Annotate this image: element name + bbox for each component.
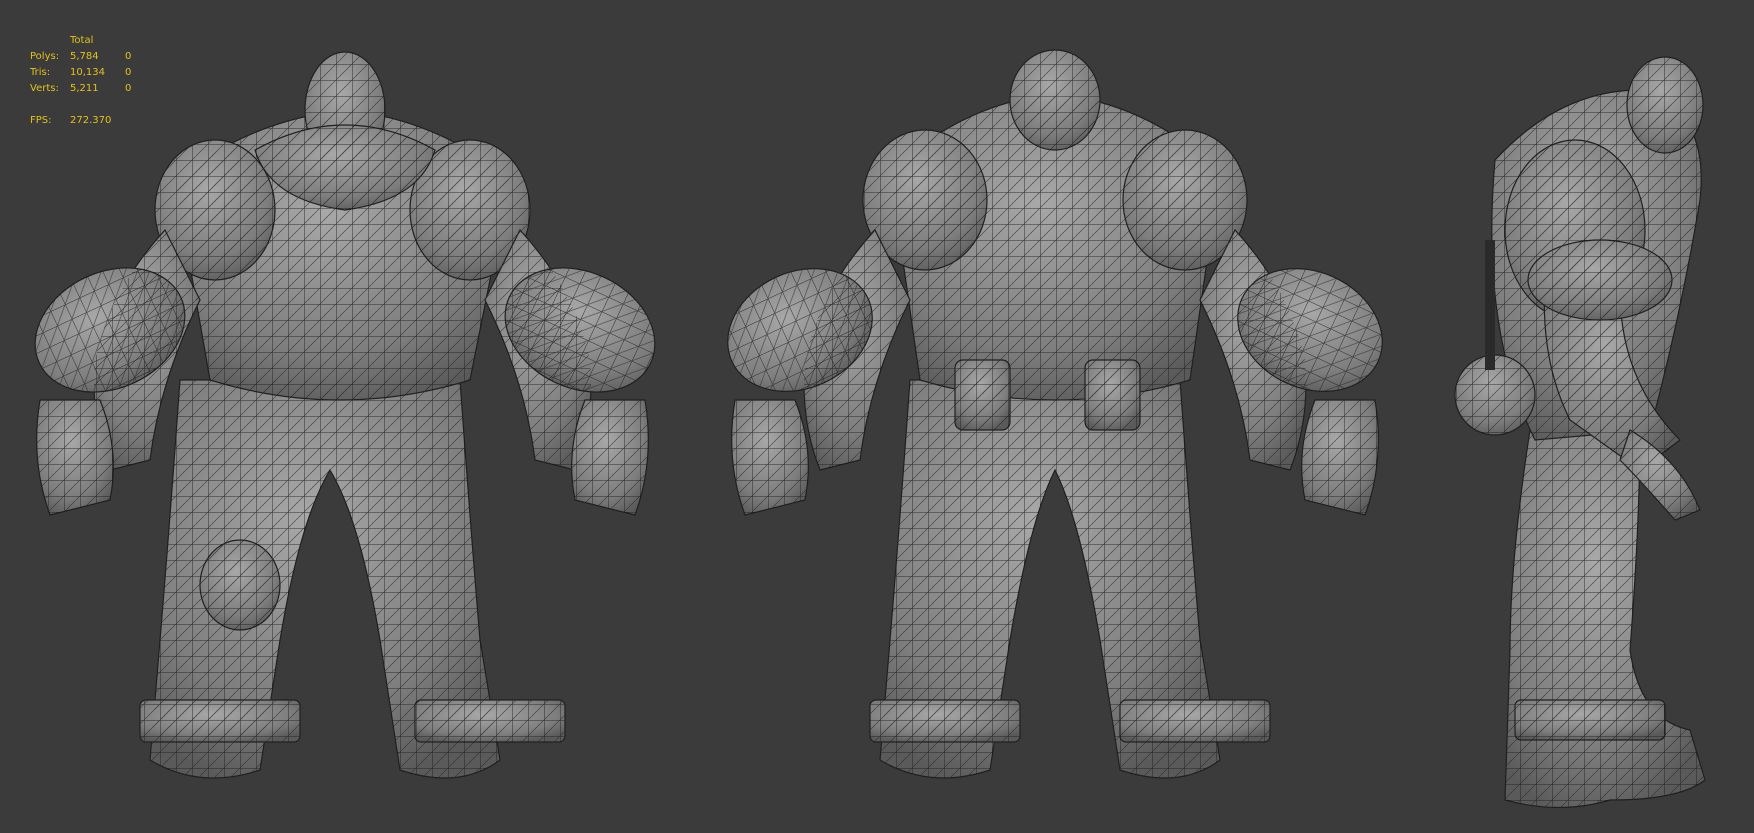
statistics-overlay: Total Polys: 5,784 0 Tris: 10,134 0 Vert…: [30, 33, 145, 129]
stats-selected-value: 0: [125, 67, 132, 78]
stats-total-value: 5,211: [70, 83, 99, 94]
stats-total-value: 5,784: [70, 51, 99, 62]
stats-label: Tris:: [30, 67, 51, 78]
viewport[interactable]: Total Polys: 5,784 0 Tris: 10,134 0 Vert…: [0, 0, 1754, 833]
model-scene[interactable]: [0, 0, 1754, 833]
fps-value: 272.370: [70, 115, 112, 126]
fps-label: FPS:: [30, 115, 52, 126]
stats-row-fps: FPS: 272.370: [30, 113, 145, 129]
stats-row-polys: Polys: 5,784 0: [30, 49, 145, 65]
stats-label: Verts:: [30, 83, 59, 94]
stats-label: Polys:: [30, 51, 60, 62]
stats-row-tris: Tris: 10,134 0: [30, 65, 145, 81]
front-view-wireframe: [14, 52, 676, 778]
stats-selected-value: 0: [125, 83, 132, 94]
back-view-wireframe: [707, 50, 1403, 778]
stats-total-value: 10,134: [70, 67, 105, 78]
side-view-wireframe: [1455, 57, 1705, 808]
statistics-table: Total Polys: 5,784 0 Tris: 10,134 0 Vert…: [30, 33, 145, 129]
stats-row-verts: Verts: 5,211 0: [30, 81, 145, 97]
stats-header-total: Total: [70, 35, 94, 46]
stats-selected-value: 0: [125, 51, 132, 62]
